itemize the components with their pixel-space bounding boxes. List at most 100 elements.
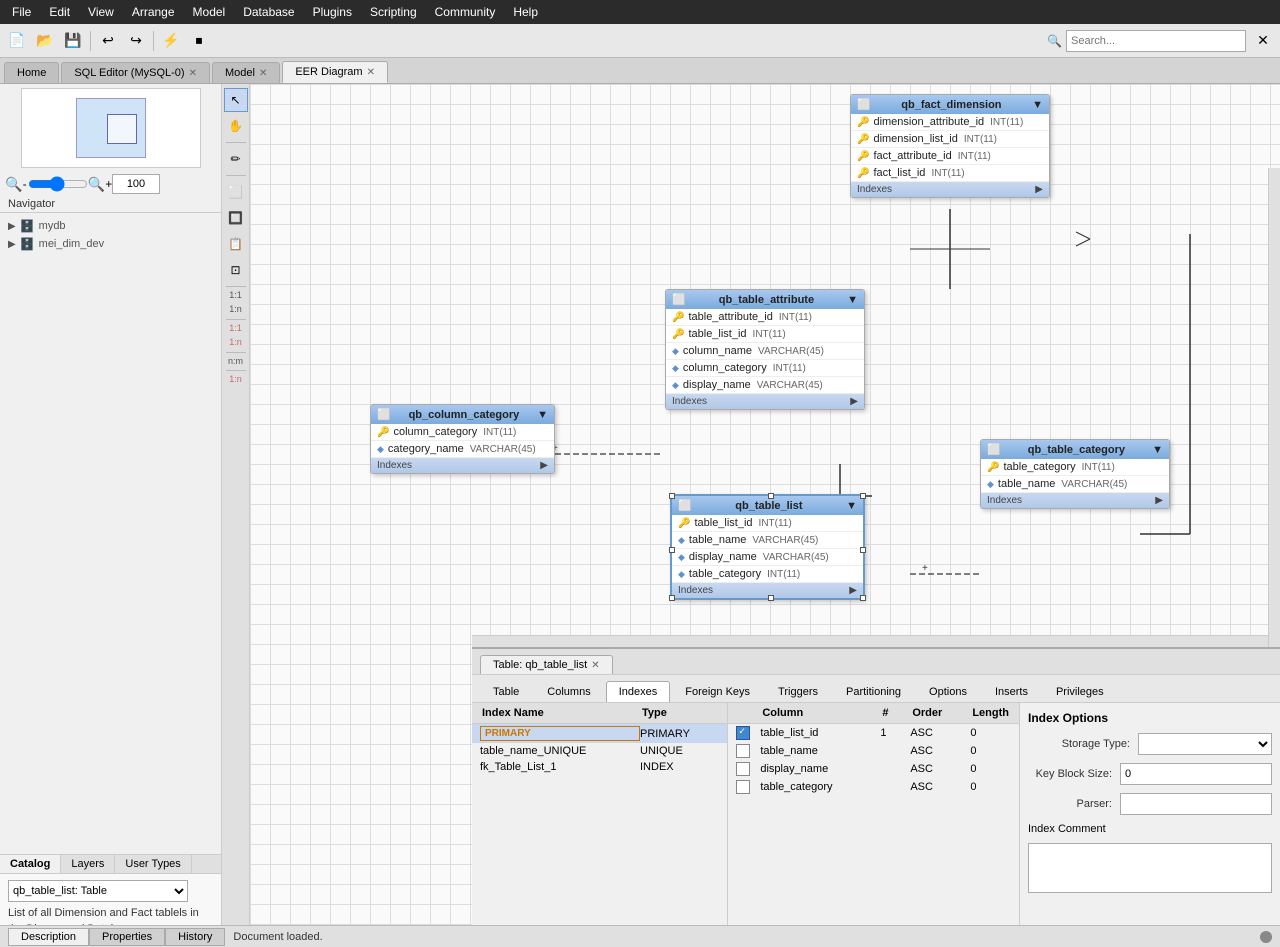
menu-arrange[interactable]: Arrange	[124, 3, 183, 21]
panel-tab-user-types[interactable]: User Types	[115, 855, 191, 873]
index-col-checkbox-4[interactable]	[736, 780, 750, 794]
tab-sql-close[interactable]: ✕	[189, 68, 197, 79]
status-tab-properties[interactable]: Properties	[89, 928, 165, 946]
tab-home[interactable]: Home	[4, 62, 59, 83]
canvas-area[interactable]: + + ⬜ qb_fact_dimension ▼	[250, 84, 1280, 947]
table-menu-icon[interactable]: ▼	[846, 500, 857, 512]
menu-edit[interactable]: Edit	[41, 3, 78, 21]
eer-table-qb-column-category[interactable]: ⬜ qb_column_category ▼ 🔑column_categoryI…	[370, 404, 555, 474]
index-col-row-1[interactable]: table_list_id 1 ASC 0	[728, 724, 1019, 742]
index-col-name-1: table_list_id	[760, 727, 880, 739]
tool-hand[interactable]: ✋	[224, 114, 248, 138]
eer-table-qb-table-list[interactable]: ⬜ qb_table_list ▼ 🔑table_list_idINT(11) …	[670, 494, 865, 600]
menu-file[interactable]: File	[4, 3, 39, 21]
tool-table[interactable]: ⬜	[224, 180, 248, 204]
canvas-hscroll[interactable]	[472, 635, 1280, 647]
tab-sql-editor[interactable]: SQL Editor (MySQL-0) ✕	[61, 62, 210, 83]
index-col-length-2: 0	[970, 745, 1011, 757]
editor-tab-indexes[interactable]: Indexes	[606, 681, 671, 702]
tool-group[interactable]: ⊡	[224, 258, 248, 282]
menu-community[interactable]: Community	[427, 3, 504, 21]
table-menu-icon[interactable]: ▼	[537, 409, 548, 421]
pk-icon: 🔑	[672, 329, 684, 340]
bottom-tab-table-list[interactable]: Table: qb_table_list ✕	[480, 655, 613, 674]
index-row-unique[interactable]: table_name_UNIQUE UNIQUE	[472, 743, 727, 759]
zoom-out-button[interactable]: 🔍-	[6, 174, 26, 194]
toolbar-separator-1	[90, 31, 91, 51]
status-tab-description[interactable]: Description	[8, 928, 89, 946]
tool-label-11-id: 1:1	[224, 324, 248, 334]
menu-scripting[interactable]: Scripting	[362, 3, 425, 21]
menu-view[interactable]: View	[80, 3, 122, 21]
menu-plugins[interactable]: Plugins	[305, 3, 360, 21]
tool-select[interactable]: ↖	[224, 88, 248, 112]
undo-button[interactable]: ↩	[95, 28, 121, 54]
info-table-select[interactable]: qb_table_list: Table	[8, 880, 188, 902]
tree-item-mydb[interactable]: ▶ 🗄️ mydb	[4, 217, 217, 235]
zoom-value-input[interactable]	[112, 174, 160, 194]
editor-tab-options[interactable]: Options	[916, 681, 980, 702]
editor-tab-columns[interactable]: Columns	[534, 681, 603, 702]
editor-tab-privileges[interactable]: Privileges	[1043, 681, 1117, 702]
execute-button[interactable]: ⚡	[158, 28, 184, 54]
eer-indexes[interactable]: Indexes▶	[851, 182, 1049, 197]
status-tab-history[interactable]: History	[165, 928, 225, 946]
tool-sep-3	[226, 286, 246, 287]
index-row-primary[interactable]: PRIMARY PRIMARY	[472, 724, 727, 743]
canvas-vscroll[interactable]	[1268, 168, 1280, 647]
open-button[interactable]: 📂	[32, 28, 58, 54]
tab-model[interactable]: Model ✕	[212, 62, 280, 83]
tool-eraser[interactable]: ✏	[224, 147, 248, 171]
index-col-row-4[interactable]: table_category ASC 0	[728, 778, 1019, 796]
parser-input[interactable]	[1120, 793, 1272, 815]
panel-tab-layers[interactable]: Layers	[61, 855, 115, 873]
index-comment-textarea[interactable]	[1028, 843, 1272, 893]
index-col-checkbox-2[interactable]	[736, 744, 750, 758]
index-col-row-3[interactable]: display_name ASC 0	[728, 760, 1019, 778]
redo-button[interactable]: ↪	[123, 28, 149, 54]
save-button[interactable]: 💾	[60, 28, 86, 54]
index-col-length-1: 0	[970, 727, 1011, 739]
index-col-checkbox-1[interactable]	[736, 726, 750, 740]
index-name-primary: PRIMARY	[480, 726, 640, 741]
tab-model-close[interactable]: ✕	[259, 68, 267, 79]
editor-tab-foreign-keys[interactable]: Foreign Keys	[672, 681, 763, 702]
eer-indexes[interactable]: Indexes▶	[666, 394, 864, 409]
table-menu-icon[interactable]: ▼	[1152, 444, 1163, 456]
tree-toggle-mydb[interactable]: ▶	[8, 221, 16, 232]
stop-button[interactable]: ⏹	[186, 28, 212, 54]
eer-indexes[interactable]: Indexes▶	[371, 458, 554, 473]
panel-tab-catalog[interactable]: Catalog	[0, 855, 61, 873]
index-col-checkbox-3[interactable]	[736, 762, 750, 776]
index-col-row-2[interactable]: table_name ASC 0	[728, 742, 1019, 760]
key-block-input[interactable]	[1120, 763, 1272, 785]
zoom-in-button[interactable]: 🔍+	[90, 174, 110, 194]
tool-view[interactable]: 🔲	[224, 206, 248, 230]
menu-help[interactable]: Help	[505, 3, 546, 21]
editor-tab-triggers[interactable]: Triggers	[765, 681, 831, 702]
tab-eer-diagram[interactable]: EER Diagram ✕	[282, 61, 388, 83]
menu-model[interactable]: Model	[185, 3, 234, 21]
eer-table-qb-table-category[interactable]: ⬜ qb_table_category ▼ 🔑table_categoryINT…	[980, 439, 1170, 509]
editor-tab-table[interactable]: Table	[480, 681, 532, 702]
bottom-tab-close[interactable]: ✕	[591, 660, 599, 671]
index-row-fk[interactable]: fk_Table_List_1 INDEX	[472, 759, 727, 775]
table-menu-icon[interactable]: ▼	[847, 294, 858, 306]
zoom-slider[interactable]	[28, 176, 88, 192]
menu-database[interactable]: Database	[235, 3, 302, 21]
editor-tab-inserts[interactable]: Inserts	[982, 681, 1041, 702]
tab-eer-close[interactable]: ✕	[367, 67, 375, 78]
search-clear-button[interactable]: ✕	[1250, 28, 1276, 54]
tree-toggle-mei[interactable]: ▶	[8, 239, 16, 250]
table-menu-icon[interactable]: ▼	[1032, 99, 1043, 111]
new-button[interactable]: 📄	[4, 28, 30, 54]
tree-item-mei[interactable]: ▶ 🗄️ mei_dim_dev	[4, 235, 217, 253]
storage-type-select[interactable]	[1138, 733, 1272, 755]
bottom-tabs-bar: Table: qb_table_list ✕	[472, 649, 1280, 675]
editor-tab-partitioning[interactable]: Partitioning	[833, 681, 914, 702]
eer-table-qb-table-attribute[interactable]: ⬜ qb_table_attribute ▼ 🔑table_attribute_…	[665, 289, 865, 410]
tool-routine[interactable]: 📋	[224, 232, 248, 256]
search-input[interactable]	[1066, 30, 1246, 52]
eer-table-qb-fact-dimension[interactable]: ⬜ qb_fact_dimension ▼ 🔑dimension_attribu…	[850, 94, 1050, 198]
eer-indexes[interactable]: Indexes▶	[981, 493, 1169, 508]
